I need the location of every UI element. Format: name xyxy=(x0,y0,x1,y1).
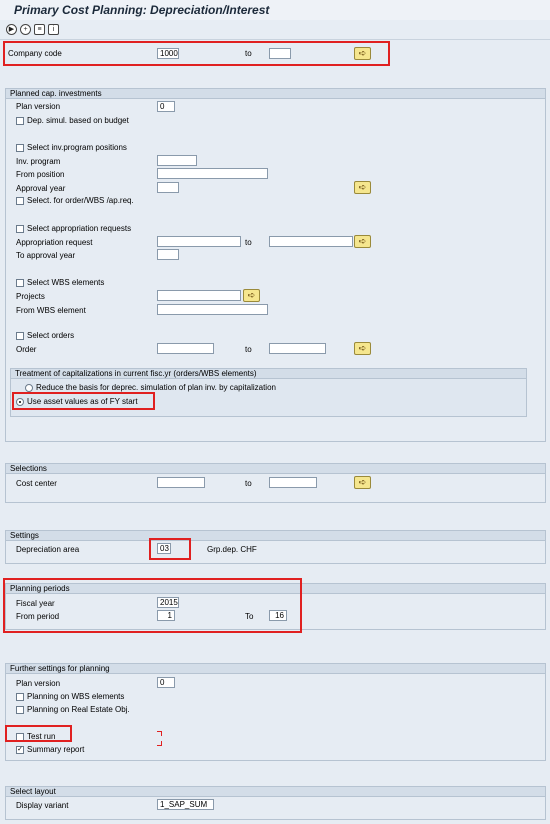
projects-multi-button[interactable]: ➪ xyxy=(243,289,260,302)
from-wbs-label: From WBS element xyxy=(16,306,86,315)
select-approp-checkbox[interactable] xyxy=(16,225,24,233)
summary-report-checkbox[interactable]: ✓ xyxy=(16,746,24,754)
information-icon[interactable]: i xyxy=(48,24,59,35)
approp-to-label: to xyxy=(245,238,252,247)
approp-request-input[interactable] xyxy=(157,236,241,247)
select-inv-checkbox[interactable] xyxy=(16,144,24,152)
dep-area-label: Depreciation area xyxy=(16,545,80,554)
to-approval-year-label: To approval year xyxy=(16,251,76,260)
select-wbs-label: Select WBS elements xyxy=(27,278,105,287)
cost-center-to-input[interactable] xyxy=(269,477,317,488)
projects-input[interactable] xyxy=(157,290,241,301)
select-for-order-checkbox[interactable] xyxy=(16,197,24,205)
cost-center-to-label: to xyxy=(245,479,252,488)
from-wbs-input[interactable] xyxy=(157,304,268,315)
inv-program-input[interactable] xyxy=(157,155,197,166)
focus-corner-bottom xyxy=(157,741,162,746)
cost-center-multi-button[interactable]: ➪ xyxy=(354,476,371,489)
group-header: Planned cap. investments xyxy=(6,89,545,99)
display-variant-input[interactable]: 1_SAP_SUM xyxy=(157,799,214,810)
dep-simul-label: Dep. simul. based on budget xyxy=(27,116,129,125)
group-header: Select layout xyxy=(6,787,545,797)
highlight-planning-periods xyxy=(3,578,302,633)
from-position-label: From position xyxy=(16,170,65,179)
plan-version-input[interactable]: 0 xyxy=(157,101,175,112)
approval-year-multi-button[interactable]: ➪ xyxy=(354,181,371,194)
title-bar: Primary Cost Planning: Depreciation/Inte… xyxy=(0,0,550,20)
summary-report-label: Summary report xyxy=(27,745,85,754)
page-title: Primary Cost Planning: Depreciation/Inte… xyxy=(14,3,270,17)
approval-year-label: Approval year xyxy=(16,184,66,193)
planning-wbs-checkbox[interactable] xyxy=(16,693,24,701)
select-inv-label: Select inv.program positions xyxy=(27,143,127,152)
group-header: Settings xyxy=(6,531,545,541)
list-icon[interactable]: ≡ xyxy=(34,24,45,35)
cost-center-label: Cost center xyxy=(16,479,57,488)
approval-year-input[interactable] xyxy=(157,182,179,193)
planning-re-label: Planning on Real Estate Obj. xyxy=(27,705,130,714)
save-variant-icon[interactable]: + xyxy=(20,24,31,35)
projects-label: Projects xyxy=(16,292,45,301)
highlight-test-run xyxy=(5,725,72,742)
order-input[interactable] xyxy=(157,343,214,354)
approp-multi-button[interactable]: ➪ xyxy=(354,235,371,248)
order-to-input[interactable] xyxy=(269,343,326,354)
highlight-dep-area xyxy=(149,538,191,560)
highlight-company-code xyxy=(3,41,390,66)
select-for-order-label: Select. for order/WBS /ap.req. xyxy=(27,196,134,205)
focus-corner-top xyxy=(157,731,162,736)
reduce-basis-radio[interactable] xyxy=(25,384,33,392)
select-layout-group: Select layout xyxy=(5,786,546,820)
select-approp-label: Select appropriation requests xyxy=(27,224,132,233)
settings-group: Settings xyxy=(5,530,546,564)
approp-request-label: Appropriation request xyxy=(16,238,93,247)
treatment-header: Treatment of capitalizations in current … xyxy=(11,369,526,379)
cost-center-input[interactable] xyxy=(157,477,205,488)
inv-program-label: Inv. program xyxy=(16,157,61,166)
plan-version-label: Plan version xyxy=(16,102,61,111)
to-approval-year-input[interactable] xyxy=(157,249,179,260)
further-plan-version-input[interactable]: 0 xyxy=(157,677,175,688)
execute-icon[interactable]: ▶ xyxy=(6,24,17,35)
further-plan-version-label: Plan version xyxy=(16,679,61,688)
planning-re-checkbox[interactable] xyxy=(16,706,24,714)
order-label: Order xyxy=(16,345,37,354)
from-position-input[interactable] xyxy=(157,168,268,179)
select-orders-label: Select orders xyxy=(27,331,75,340)
order-multi-button[interactable]: ➪ xyxy=(354,342,371,355)
dep-simul-checkbox[interactable] xyxy=(16,117,24,125)
highlight-use-asset xyxy=(12,392,155,410)
reduce-basis-label: Reduce the basis for deprec. simulation … xyxy=(36,383,276,392)
select-orders-checkbox[interactable] xyxy=(16,332,24,340)
order-to-label: to xyxy=(245,345,252,354)
dep-area-desc: Grp.dep. CHF xyxy=(207,545,257,554)
select-wbs-checkbox[interactable] xyxy=(16,279,24,287)
display-variant-label: Display variant xyxy=(16,801,69,810)
planning-wbs-label: Planning on WBS elements xyxy=(27,692,125,701)
group-header: Further settings for planning xyxy=(6,664,545,674)
approp-request-to-input[interactable] xyxy=(269,236,353,247)
toolbar: ▶ + ≡ i xyxy=(0,20,550,40)
group-header: Selections xyxy=(6,464,545,474)
